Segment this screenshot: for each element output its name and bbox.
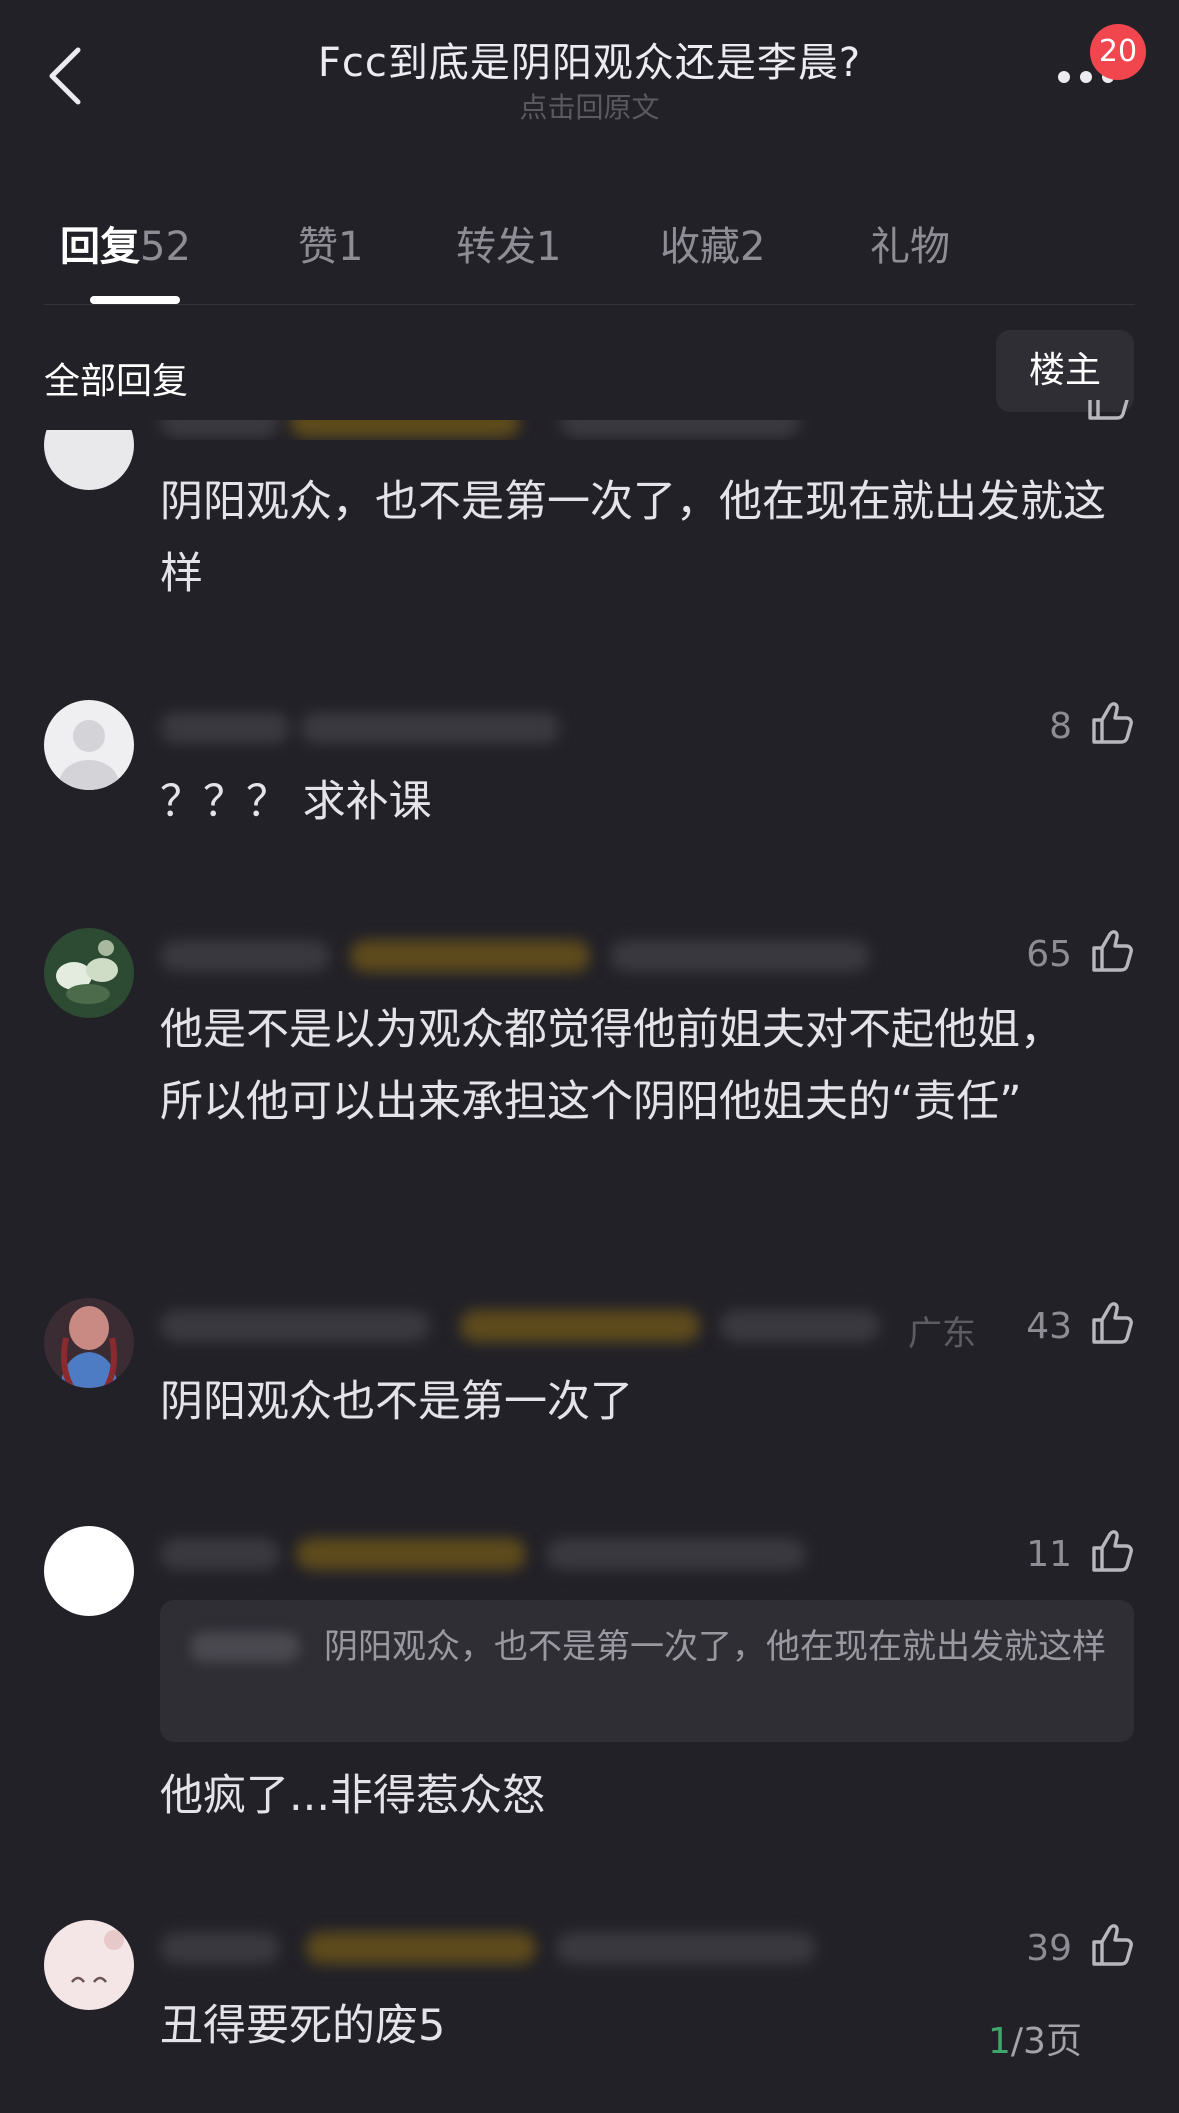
tab-reposts[interactable]: 转发1 bbox=[456, 214, 561, 272]
thumbs-up-icon[interactable] bbox=[1088, 700, 1134, 746]
like-count: 65 bbox=[1026, 934, 1072, 975]
comment-text: 丑得要死的废5 bbox=[160, 2001, 446, 2051]
avatar[interactable] bbox=[44, 1526, 134, 1616]
user-tag-blurred bbox=[290, 420, 520, 438]
username-blurred bbox=[160, 1310, 430, 1342]
current-page: 1 bbox=[988, 2021, 1011, 2062]
thread-title[interactable]: Fcc到底是阴阳观众还是李晨? bbox=[0, 30, 1179, 88]
tab-label: 礼物 bbox=[870, 224, 950, 270]
tab-count: 52 bbox=[140, 224, 191, 270]
tab-replies[interactable]: 回复52 bbox=[60, 214, 191, 272]
meta-blurred bbox=[610, 940, 870, 972]
like-count: 43 bbox=[1026, 1306, 1072, 1347]
tab-label: 赞 bbox=[298, 224, 338, 270]
avatar[interactable] bbox=[44, 1920, 134, 2010]
thumbs-up-icon[interactable] bbox=[1088, 1922, 1134, 1968]
avatar[interactable] bbox=[44, 928, 134, 1018]
user-tag-blurred bbox=[306, 1932, 536, 1964]
tab-favorites[interactable]: 收藏2 bbox=[660, 214, 765, 272]
meta-blurred bbox=[560, 420, 800, 438]
thumbs-up-icon[interactable] bbox=[1088, 1300, 1134, 1346]
meta-blurred bbox=[556, 1932, 816, 1964]
username-blurred bbox=[160, 1538, 280, 1570]
tab-count: 2 bbox=[740, 224, 766, 270]
tab-label: 转发 bbox=[456, 224, 536, 270]
total-pages: /3页 bbox=[1010, 2021, 1082, 2062]
comment-text: ？？？ 求补课 bbox=[160, 777, 432, 827]
user-tag-blurred bbox=[296, 1538, 526, 1570]
like-button[interactable] bbox=[1000, 400, 1140, 446]
like-count: 11 bbox=[1026, 1534, 1072, 1575]
thumbs-up-icon[interactable] bbox=[1088, 928, 1134, 974]
thumbs-up-icon bbox=[1088, 400, 1129, 420]
tab-gifts[interactable]: 礼物 bbox=[870, 214, 950, 272]
tab-label: 回复 bbox=[60, 224, 140, 270]
tab-count: 1 bbox=[536, 224, 562, 270]
avatar[interactable] bbox=[44, 700, 134, 790]
divider bbox=[44, 304, 1135, 305]
back-to-post-link[interactable]: 点击回原文 bbox=[0, 86, 1179, 126]
like-count: 8 bbox=[1049, 706, 1072, 747]
all-replies-heading: 全部回复 bbox=[44, 361, 189, 402]
thumbs-up-icon[interactable] bbox=[1088, 1528, 1134, 1574]
quoted-text: 阴阳观众，也不是第一次了，他在现在就出发就这样 bbox=[324, 1627, 1106, 1667]
user-tag-blurred bbox=[350, 940, 590, 972]
username-blurred bbox=[160, 420, 280, 438]
username-blurred bbox=[160, 1932, 280, 1964]
tab-label: 收藏 bbox=[660, 224, 740, 270]
tab-count: 1 bbox=[338, 224, 364, 270]
comment-text: 阴阳观众也不是第一次了 bbox=[160, 1377, 633, 1427]
meta-blurred bbox=[720, 1310, 880, 1342]
meta-blurred bbox=[546, 1538, 806, 1570]
username-blurred bbox=[160, 712, 290, 744]
page-indicator[interactable]: 1/3页 bbox=[988, 2012, 1082, 2064]
comment-text: 阴阳观众，也不是第一次了，他在现在就出发就这样 bbox=[160, 477, 1106, 599]
tab-likes[interactable]: 赞1 bbox=[298, 214, 363, 272]
active-tab-indicator bbox=[90, 296, 180, 304]
like-count: 39 bbox=[1026, 1928, 1072, 1969]
notification-badge: 20 bbox=[1090, 24, 1146, 80]
user-tag-blurred bbox=[460, 1310, 700, 1342]
comment-text: 他是不是以为观众都觉得他前姐夫对不起他姐，所以他可以出来承担这个阴阳他姐夫的“责… bbox=[160, 1005, 1063, 1127]
comment-text: 他疯了...非得惹众怒 bbox=[160, 1771, 546, 1821]
username-blurred bbox=[160, 940, 330, 972]
meta-blurred bbox=[300, 712, 560, 744]
avatar[interactable] bbox=[44, 430, 134, 490]
location-label: 广东 bbox=[908, 1314, 976, 1354]
avatar[interactable] bbox=[44, 1298, 134, 1388]
